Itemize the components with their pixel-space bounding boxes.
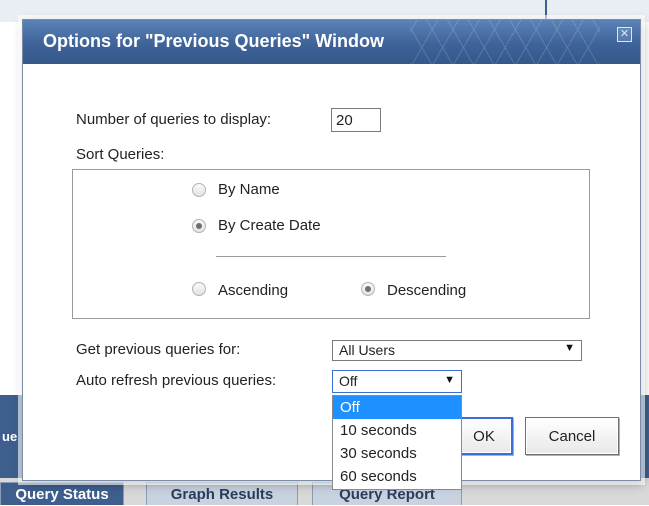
- options-dialog: Options for "Previous Queries" Window ✕ …: [22, 19, 641, 490]
- radio-ascending[interactable]: [192, 282, 206, 296]
- num-queries-label: Number of queries to display:: [76, 111, 272, 128]
- sort-queries-label: Sort Queries:: [76, 146, 165, 163]
- num-queries-input[interactable]: [331, 108, 381, 132]
- auto-refresh-dropdown: Off 10 seconds 30 seconds 60 seconds: [332, 395, 462, 490]
- background-left-tab-fragment: ue: [2, 429, 18, 444]
- radio-descending[interactable]: [361, 282, 375, 296]
- tab-graph-results[interactable]: Graph Results: [146, 482, 298, 505]
- dropdown-option-60-seconds[interactable]: 60 seconds: [333, 465, 461, 488]
- radio-descending-label[interactable]: Descending: [387, 282, 466, 299]
- radio-by-name[interactable]: [192, 183, 206, 197]
- title-bar-pattern: [410, 20, 600, 64]
- radio-by-create-date[interactable]: [192, 219, 206, 233]
- chevron-down-icon: ▼: [444, 374, 455, 386]
- chevron-down-icon: ▼: [564, 342, 575, 354]
- get-queries-for-select[interactable]: All Users ▼: [332, 340, 582, 361]
- sort-divider: [216, 256, 446, 257]
- dialog-title: Options for "Previous Queries" Window: [43, 31, 384, 51]
- auto-refresh-value: Off: [339, 373, 358, 389]
- close-icon[interactable]: ✕: [617, 27, 632, 42]
- dropdown-option-30-seconds[interactable]: 30 seconds: [333, 442, 461, 465]
- dropdown-option-10-seconds[interactable]: 10 seconds: [333, 419, 461, 442]
- get-queries-for-value: All Users: [339, 342, 396, 358]
- sort-options-group: [72, 169, 590, 319]
- auto-refresh-select[interactable]: Off ▼: [332, 370, 462, 393]
- radio-by-create-date-label[interactable]: By Create Date: [218, 217, 321, 234]
- radio-ascending-label[interactable]: Ascending: [218, 282, 288, 299]
- get-queries-for-label: Get previous queries for:: [76, 341, 241, 358]
- dialog-title-bar[interactable]: Options for "Previous Queries" Window ✕: [23, 20, 640, 64]
- radio-by-name-label[interactable]: By Name: [218, 181, 280, 198]
- cancel-button[interactable]: Cancel: [525, 417, 619, 455]
- ok-button[interactable]: OK: [455, 417, 513, 455]
- dropdown-option-off[interactable]: Off: [333, 396, 461, 419]
- auto-refresh-label: Auto refresh previous queries:: [76, 372, 277, 389]
- tab-query-status[interactable]: Query Status: [0, 482, 124, 505]
